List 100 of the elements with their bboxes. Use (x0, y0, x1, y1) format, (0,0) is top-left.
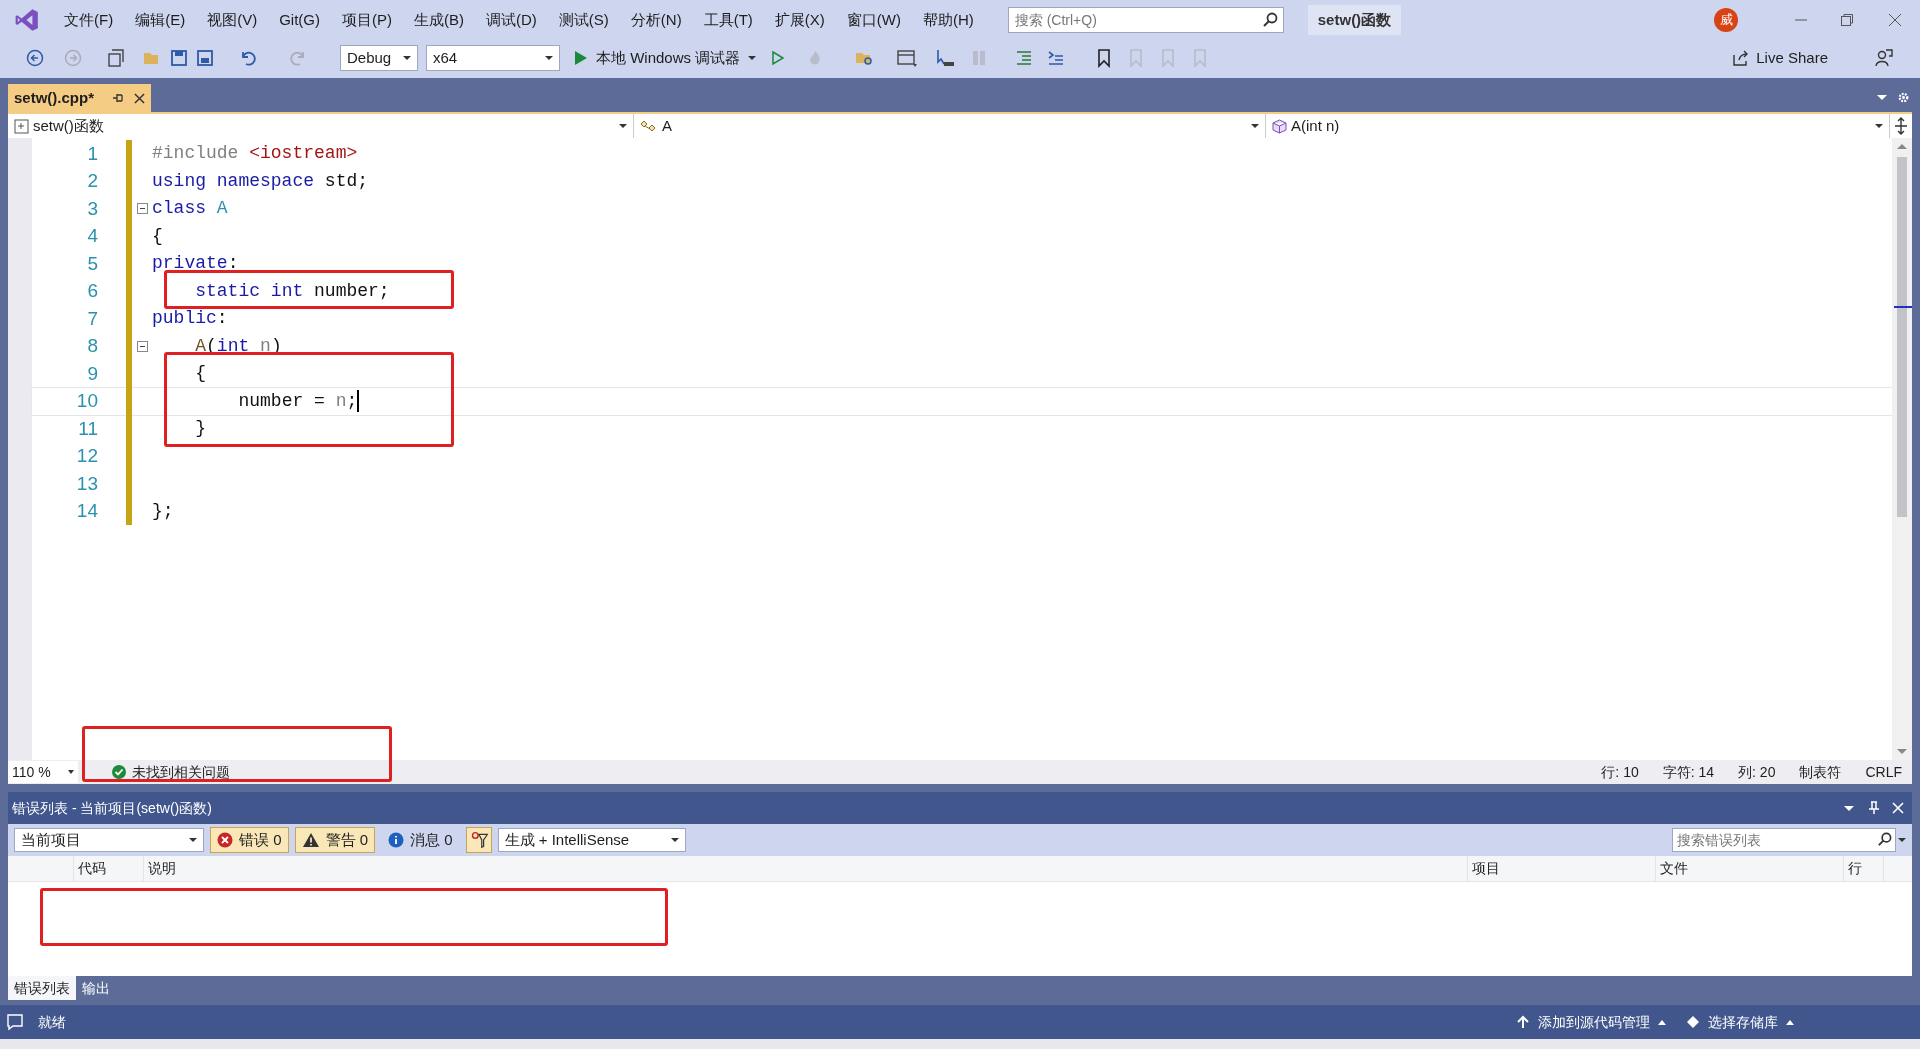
scope-dropdown[interactable]: 当前项目 (14, 828, 204, 852)
menu-item[interactable]: 编辑(E) (125, 4, 196, 36)
cube-icon (1272, 118, 1287, 134)
column-header[interactable]: 文件 (1656, 856, 1844, 881)
info-icon (388, 832, 405, 848)
search-icon (1261, 12, 1278, 28)
repository-button[interactable]: 选择存储库 (1708, 1011, 1794, 1033)
save-all-icon[interactable] (196, 49, 214, 67)
line-number: 13 (75, 471, 98, 496)
line-number: 12 (75, 444, 98, 468)
code-line: number = n; (238, 389, 358, 413)
user-avatar[interactable]: 威 (1714, 8, 1738, 32)
source-dropdown[interactable]: 生成 + IntelliSense (497, 828, 686, 852)
line-number: 4 (86, 224, 98, 248)
line-indicator: 行: 10 (1601, 762, 1639, 782)
code-line: { (152, 224, 163, 248)
code-line: } (195, 417, 207, 441)
pin-icon[interactable] (112, 92, 124, 104)
zoom-dropdown[interactable]: 110 % (8, 761, 78, 783)
filter-toggle[interactable]: 错误 0 (210, 827, 289, 853)
error-icon (217, 832, 233, 848)
error-search-field[interactable]: 搜索错误列表 (1672, 828, 1896, 852)
restore-icon[interactable] (1840, 13, 1854, 27)
panel-tab[interactable]: 错误列表 (8, 976, 76, 1000)
column-header[interactable]: 说明 (144, 856, 1468, 881)
run-debugger-button[interactable]: 本地 Windows 调试器 (568, 46, 763, 70)
up-arrow-icon (1516, 1015, 1530, 1029)
layout-icon[interactable] (896, 48, 919, 68)
new-project-icon[interactable] (106, 48, 126, 68)
menu-item[interactable]: 帮助(H) (912, 4, 984, 36)
line-number: 2 (86, 169, 98, 193)
line-ending-indicator[interactable]: CRLF (1865, 761, 1902, 783)
check-icon (112, 765, 126, 779)
line-number: 5 (86, 251, 98, 276)
menu-item[interactable]: 分析(N) (620, 4, 692, 36)
solution-name: setw()函数 (1307, 4, 1402, 36)
filter-toggle[interactable]: 警告 0 (294, 827, 376, 853)
search-icon (1877, 832, 1892, 847)
line-number: 1 (86, 141, 98, 166)
line-number: 10 (75, 389, 98, 413)
search-field[interactable]: 搜索 (Ctrl+Q) (1007, 7, 1284, 33)
source-control-button[interactable]: 添加到源代码管理 (1538, 1011, 1666, 1033)
code-line: { (195, 362, 207, 386)
menu-item[interactable]: 窗口(W) (836, 4, 911, 36)
code-line: static int number; (195, 279, 390, 303)
back-icon[interactable] (26, 49, 44, 67)
line-number: 8 (86, 334, 98, 358)
code-line: using namespace std; (152, 169, 369, 193)
filter-toggle[interactable]: 消息 0 (381, 827, 460, 853)
indentation-indicator[interactable]: 制表符 (1799, 761, 1842, 783)
live-share-button[interactable]: Live Share (1732, 46, 1828, 70)
collapse-icon[interactable] (136, 203, 148, 215)
save-icon[interactable] (170, 49, 188, 67)
menu-item[interactable]: Git(G) (269, 4, 330, 36)
cursor-icon[interactable] (934, 48, 957, 68)
document-tab[interactable]: setw().cpp* (8, 84, 151, 112)
line-number: 14 (75, 499, 98, 523)
ready-status: 就绪 (38, 1012, 66, 1032)
line-number: 9 (86, 361, 98, 386)
code-line: }; (152, 499, 174, 523)
line-number: 3 (86, 196, 98, 221)
collapse-icon[interactable] (136, 340, 148, 352)
vertical-scrollbar[interactable] (1892, 138, 1912, 760)
platform-dropdown[interactable]: x64 (426, 45, 560, 71)
menu-item[interactable]: 项目(P) (332, 4, 402, 36)
filter-icon[interactable] (465, 827, 492, 853)
code-line: #include <iostream> (152, 142, 358, 166)
warning-icon (301, 832, 320, 848)
column-header[interactable]: 行 (1844, 856, 1884, 881)
close-icon[interactable] (134, 92, 145, 104)
column-header[interactable]: 代码 (74, 856, 144, 881)
close-icon[interactable] (1888, 13, 1902, 27)
start-without-debugging-icon[interactable] (770, 50, 787, 66)
menu-item[interactable]: 视图(V) (197, 4, 268, 36)
menu-item[interactable]: 文件(F) (54, 4, 124, 36)
dropdown-arrow-icon[interactable] (1898, 838, 1906, 842)
menu-item[interactable]: 测试(S) (548, 4, 619, 36)
issues-status[interactable]: 未找到相关问题 (132, 761, 230, 783)
play-icon (574, 50, 588, 66)
bookmark-icon[interactable] (1096, 48, 1113, 68)
code-line: private: (152, 252, 239, 276)
menu-item[interactable]: 工具(T) (693, 4, 763, 36)
configuration-dropdown[interactable]: Debug (340, 45, 418, 71)
menu-item[interactable]: 生成(B) (404, 4, 474, 36)
column-indicator: 列: 20 (1738, 762, 1776, 782)
menu-item[interactable]: 扩展(X) (764, 4, 835, 36)
line-number: 6 (86, 279, 98, 303)
char-indicator: 字符: 14 (1662, 762, 1715, 782)
feedback-icon[interactable] (1874, 48, 1894, 68)
panel-title: 错误列表 - 当前项目(setw()函数) (12, 798, 212, 818)
class-icon (640, 118, 658, 134)
diamond-icon (1686, 1015, 1700, 1029)
panel-tab[interactable]: 输出 (76, 976, 116, 1000)
menu-item[interactable]: 调试(D) (476, 4, 547, 36)
notification-icon[interactable] (6, 1013, 24, 1031)
code-line: class A (152, 197, 228, 221)
column-header[interactable]: 项目 (1468, 856, 1656, 881)
settings-icon[interactable] (1897, 91, 1910, 104)
code-line: public: (152, 307, 228, 331)
line-number: 7 (86, 306, 98, 331)
